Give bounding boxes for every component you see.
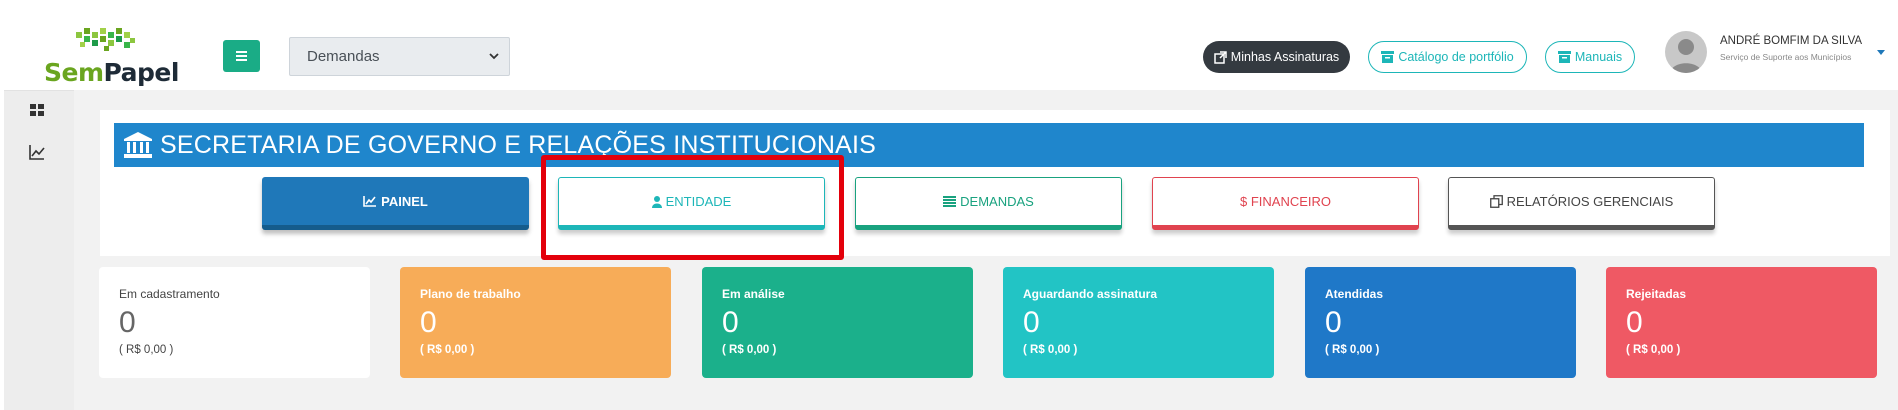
painel-button[interactable]: PAINEL bbox=[262, 177, 529, 230]
financeiro-button[interactable]: $ FINANCEIRO bbox=[1152, 177, 1419, 230]
card-label: Em análise bbox=[722, 287, 785, 301]
logo-wordmark: SemPapel bbox=[44, 58, 179, 87]
card-label: Plano de trabalho bbox=[420, 287, 521, 301]
card-value: ( R$ 0,00 ) bbox=[1626, 344, 1681, 356]
card-count: 0 bbox=[119, 306, 136, 339]
demandas-button[interactable]: DEMANDAS bbox=[855, 177, 1122, 230]
card-count: 0 bbox=[1325, 306, 1342, 339]
module-select[interactable]: Demandas bbox=[289, 37, 510, 76]
caret-down-icon[interactable] bbox=[1877, 50, 1885, 56]
minhas-assinaturas-button[interactable]: Minhas Assinaturas bbox=[1203, 41, 1350, 73]
catalogo-portfolio-button[interactable]: Catálogo de portfólio bbox=[1368, 41, 1527, 73]
chevron-down-icon bbox=[489, 53, 499, 60]
financeiro-label: $ FINANCEIRO bbox=[1239, 194, 1331, 209]
card-atendidas[interactable]: Atendidas 0 ( R$ 0,00 ) bbox=[1305, 267, 1576, 378]
line-chart-icon[interactable] bbox=[29, 144, 45, 160]
sidebar bbox=[4, 90, 74, 410]
manuais-label: Manuais bbox=[1574, 50, 1623, 64]
line-chart-icon bbox=[363, 196, 377, 207]
card-aguardando-assinatura[interactable]: Aguardando assinatura 0 ( R$ 0,00 ) bbox=[1003, 267, 1274, 378]
card-label: Aguardando assinatura bbox=[1023, 287, 1158, 301]
card-em-cadastramento[interactable]: Em cadastramento 0 ( R$ 0,00 ) bbox=[99, 267, 370, 378]
sempapel-logo[interactable]: SemPapel bbox=[42, 26, 179, 87]
painel-label: PAINEL bbox=[381, 193, 428, 209]
card-count: 0 bbox=[1626, 306, 1643, 339]
minhas-assinaturas-label: Minhas Assinaturas bbox=[1230, 50, 1340, 64]
user-name[interactable]: ANDRÉ BOMFIM DA SILVA bbox=[1720, 35, 1862, 47]
entidade-button[interactable]: ENTIDADE bbox=[558, 177, 825, 230]
card-rejeitadas[interactable]: Rejeitadas 0 ( R$ 0,00 ) bbox=[1606, 267, 1877, 378]
card-plano-de-trabalho[interactable]: Plano de trabalho 0 ( R$ 0,00 ) bbox=[400, 267, 671, 378]
external-link-icon bbox=[1214, 50, 1227, 64]
hamburger-menu-button[interactable] bbox=[223, 40, 260, 72]
archive-icon bbox=[1557, 51, 1571, 63]
card-count: 0 bbox=[1023, 306, 1040, 339]
user-silhouette-icon bbox=[1670, 39, 1702, 73]
copy-icon bbox=[1489, 195, 1503, 208]
relatorios-gerenciais-label: RELATÓRIOS GERENCIAIS bbox=[1506, 194, 1674, 209]
card-label: Atendidas bbox=[1325, 287, 1384, 301]
entidade-label: ENTIDADE bbox=[665, 194, 732, 209]
user-avatar[interactable] bbox=[1665, 31, 1707, 73]
manuais-button[interactable]: Manuais bbox=[1545, 41, 1635, 73]
user-icon bbox=[651, 195, 662, 208]
card-label: Em cadastramento bbox=[119, 287, 220, 301]
card-em-analise[interactable]: Em análise 0 ( R$ 0,00 ) bbox=[702, 267, 973, 378]
catalogo-portfolio-label: Catálogo de portfólio bbox=[1398, 50, 1514, 64]
card-value: ( R$ 0,00 ) bbox=[1325, 344, 1380, 356]
secretaria-title: SECRETARIA DE GOVERNO E RELAÇÕES INSTITU… bbox=[160, 130, 877, 159]
card-count: 0 bbox=[420, 306, 437, 339]
card-count: 0 bbox=[722, 306, 739, 339]
demandas-label: DEMANDAS bbox=[960, 194, 1034, 209]
top-header: SemPapel Demandas Minhas Assinaturas Cat… bbox=[0, 0, 1898, 90]
module-select-value: Demandas bbox=[307, 48, 380, 65]
card-value: ( R$ 0,00 ) bbox=[119, 344, 174, 356]
grid-icon[interactable] bbox=[29, 102, 45, 118]
card-value: ( R$ 0,00 ) bbox=[420, 344, 475, 356]
logo-pixel-mark bbox=[76, 28, 135, 51]
relatorios-gerenciais-button[interactable]: RELATÓRIOS GERENCIAIS bbox=[1448, 177, 1715, 230]
institution-icon bbox=[124, 132, 152, 158]
card-label: Rejeitadas bbox=[1626, 287, 1687, 301]
hamburger-icon bbox=[236, 55, 247, 57]
list-icon bbox=[943, 196, 957, 207]
secretaria-banner: SECRETARIA DE GOVERNO E RELAÇÕES INSTITU… bbox=[114, 123, 1864, 167]
user-organization: Serviço de Suporte aos Municípios bbox=[1720, 52, 1852, 62]
card-value: ( R$ 0,00 ) bbox=[1023, 344, 1078, 356]
archive-icon bbox=[1381, 51, 1395, 63]
card-value: ( R$ 0,00 ) bbox=[722, 344, 777, 356]
